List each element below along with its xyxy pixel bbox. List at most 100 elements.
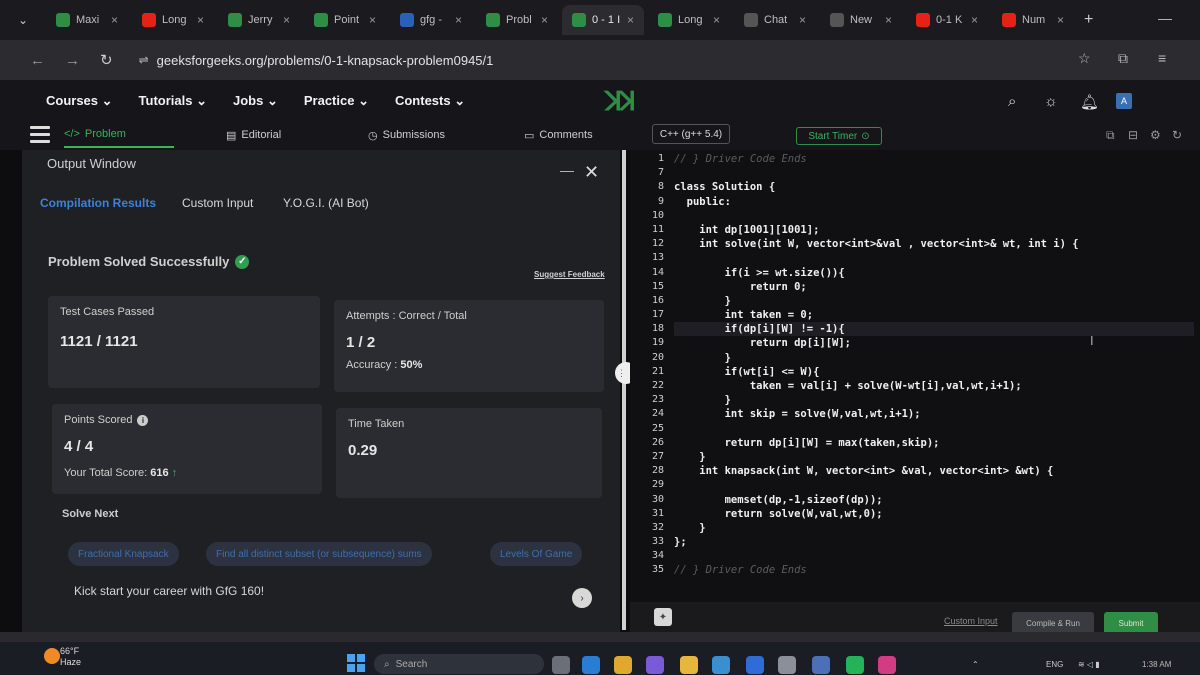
gfg-logo[interactable]: ꓘꓘ — [605, 86, 657, 116]
settings-icon[interactable]: ⚙ — [1150, 128, 1161, 142]
code-line[interactable]: class Solution { — [674, 180, 1194, 194]
tab-close-icon[interactable]: × — [283, 13, 290, 27]
tab-editorial[interactable]: ▤ Editorial — [226, 122, 281, 148]
browser-tab[interactable]: Maxi × — [46, 5, 128, 35]
tab-close-icon[interactable]: × — [1057, 13, 1064, 27]
tab-close-icon[interactable]: × — [111, 13, 118, 27]
tab-close-icon[interactable]: × — [971, 13, 978, 27]
copy-icon[interactable]: ⧉ — [1106, 128, 1115, 143]
code-line[interactable]: return dp[i][W]; — [674, 336, 1194, 350]
code-line[interactable]: } — [674, 294, 1194, 308]
code-line[interactable]: int skip = solve(W,val,wt,i+1); — [674, 407, 1194, 421]
reset-icon[interactable]: ↻ — [1172, 128, 1182, 142]
url-field[interactable]: geeksforgeeks.org/problems/0-1-knapsack-… — [157, 53, 494, 68]
chrome-icon[interactable] — [614, 656, 632, 674]
suggestion-chip[interactable]: Find all distinct subset (or subsequence… — [206, 542, 432, 566]
suggestion-chip[interactable]: Levels Of Game — [490, 542, 583, 566]
nav-tutorials[interactable]: Tutorials ⌄ — [139, 93, 207, 109]
file-explorer-icon[interactable] — [680, 656, 698, 674]
code-line[interactable]: if(dp[i][W] != -1){ — [674, 322, 1194, 337]
code-line[interactable]: return dp[i][W] = max(taken,skip); — [674, 436, 1194, 450]
nav-contests[interactable]: Contests ⌄ — [395, 93, 465, 109]
nav-jobs[interactable]: Jobs ⌄ — [233, 93, 278, 109]
code-line[interactable] — [674, 422, 1194, 436]
browser-tab[interactable]: Chat × — [734, 5, 816, 35]
tab-close-icon[interactable]: × — [541, 13, 548, 27]
code-line[interactable]: return solve(W,val,wt,0); — [674, 507, 1194, 521]
code-line[interactable]: if(i >= wt.size()){ — [674, 266, 1194, 280]
taskbar-search[interactable]: ⌕ Search — [374, 654, 544, 674]
browser-tab[interactable]: 0 - 1 I × — [562, 5, 644, 35]
tab-close-icon[interactable]: × — [799, 13, 806, 27]
code-line[interactable] — [674, 166, 1194, 180]
code-line[interactable]: if(wt[i] <= W){ — [674, 365, 1194, 379]
vs-icon[interactable] — [812, 656, 830, 674]
tab-custom-input[interactable]: Custom Input — [182, 196, 253, 210]
avatar[interactable]: A — [1116, 93, 1132, 109]
search-icon[interactable]: ⌕ — [1008, 93, 1016, 110]
code-line[interactable] — [674, 209, 1194, 223]
clock[interactable]: 1:38 AM — [1142, 660, 1171, 669]
minimize-icon[interactable]: — — [560, 162, 574, 178]
custom-input-link[interactable]: Custom Input — [944, 616, 998, 626]
code-line[interactable]: } — [674, 393, 1194, 407]
code-line[interactable]: int dp[1001][1001]; — [674, 223, 1194, 237]
back-icon[interactable]: ← — [30, 52, 45, 69]
code-line[interactable]: int taken = 0; — [674, 308, 1194, 322]
kickstart-banner[interactable]: Kick start your career with GfG 160! — [74, 584, 264, 598]
input-language[interactable]: ENG — [1046, 660, 1063, 669]
tab-search-chevron-icon[interactable]: ⌄ — [18, 13, 46, 27]
tray-chevron-icon[interactable]: ⌃ — [972, 660, 979, 669]
submit-button[interactable]: Submit — [1104, 612, 1158, 634]
task-view-icon[interactable] — [552, 656, 570, 674]
extensions-icon[interactable]: ⧉ — [1118, 50, 1128, 67]
chevron-right-icon[interactable]: › — [572, 588, 592, 608]
tab-close-icon[interactable]: × — [455, 13, 462, 27]
forward-icon[interactable]: → — [65, 52, 80, 69]
windows-start-icon[interactable] — [347, 654, 365, 672]
code-line[interactable]: memset(dp,-1,sizeof(dp)); — [674, 493, 1194, 507]
new-tab-button[interactable]: + — [1084, 11, 1093, 29]
reading-list-icon[interactable]: ≡ — [1158, 50, 1166, 66]
code-line[interactable] — [674, 251, 1194, 265]
tab-compilation-results[interactable]: Compilation Results — [40, 196, 156, 210]
tab-submissions[interactable]: ◷ Submissions — [368, 122, 445, 148]
code-line[interactable]: } — [674, 450, 1194, 464]
language-select[interactable]: C++ (g++ 5.4) — [652, 124, 730, 144]
browser-tab[interactable]: gfg - × — [390, 5, 472, 35]
browser-tab[interactable]: Num × — [992, 5, 1074, 35]
tab-comments[interactable]: ▭ Comments — [524, 122, 593, 148]
suggest-feedback-link[interactable]: Suggest Feedback — [534, 270, 605, 279]
code-line[interactable]: int knapsack(int W, vector<int> &val, ve… — [674, 464, 1194, 478]
site-info-icon[interactable]: ⇌ — [139, 53, 149, 67]
reload-icon[interactable]: ↻ — [100, 51, 113, 69]
tab-yogi-bot[interactable]: Y.O.G.I. (AI Bot) — [283, 196, 369, 210]
tab-problem[interactable]: </> Problem — [64, 122, 174, 148]
code-line[interactable]: } — [674, 351, 1194, 365]
notepad-icon[interactable] — [778, 656, 796, 674]
browser-tab[interactable]: Long × — [132, 5, 214, 35]
code-line[interactable] — [674, 549, 1194, 563]
browser-tab[interactable]: Probl × — [476, 5, 558, 35]
theme-toggle-icon[interactable]: ☼ — [1044, 93, 1058, 110]
nav-practice[interactable]: Practice ⌄ — [304, 93, 369, 109]
code-line[interactable]: }; — [674, 535, 1194, 549]
close-icon[interactable]: ✕ — [584, 162, 599, 183]
browser-tab[interactable]: Jerry × — [218, 5, 300, 35]
weather-widget[interactable]: 66°F Haze — [60, 646, 81, 668]
panel-divider[interactable] — [622, 150, 626, 630]
code-line[interactable]: public: — [674, 195, 1194, 209]
tab-close-icon[interactable]: × — [885, 13, 892, 27]
browser-tab[interactable]: Long × — [648, 5, 730, 35]
code-line[interactable]: } — [674, 521, 1194, 535]
bookmark-star-icon[interactable]: ☆ — [1078, 50, 1091, 67]
code-line[interactable]: return 0; — [674, 280, 1194, 294]
browser-tab[interactable]: New × — [820, 5, 902, 35]
lightbulb-icon[interactable]: ✦ — [654, 608, 672, 626]
store-icon[interactable] — [712, 656, 730, 674]
tab-close-icon[interactable]: × — [713, 13, 720, 27]
code-editor[interactable]: 1 7 8 9 10 11 12 13 14 15 16 17 18 19 20 21 22 23 24 25 26 27… — [630, 150, 1200, 602]
tab-close-icon[interactable]: × — [369, 13, 376, 27]
wifi-icon[interactable]: ≋ ◁ ▮ — [1078, 660, 1100, 669]
code-line[interactable]: int solve(int W, vector<int>&val , vecto… — [674, 237, 1194, 251]
